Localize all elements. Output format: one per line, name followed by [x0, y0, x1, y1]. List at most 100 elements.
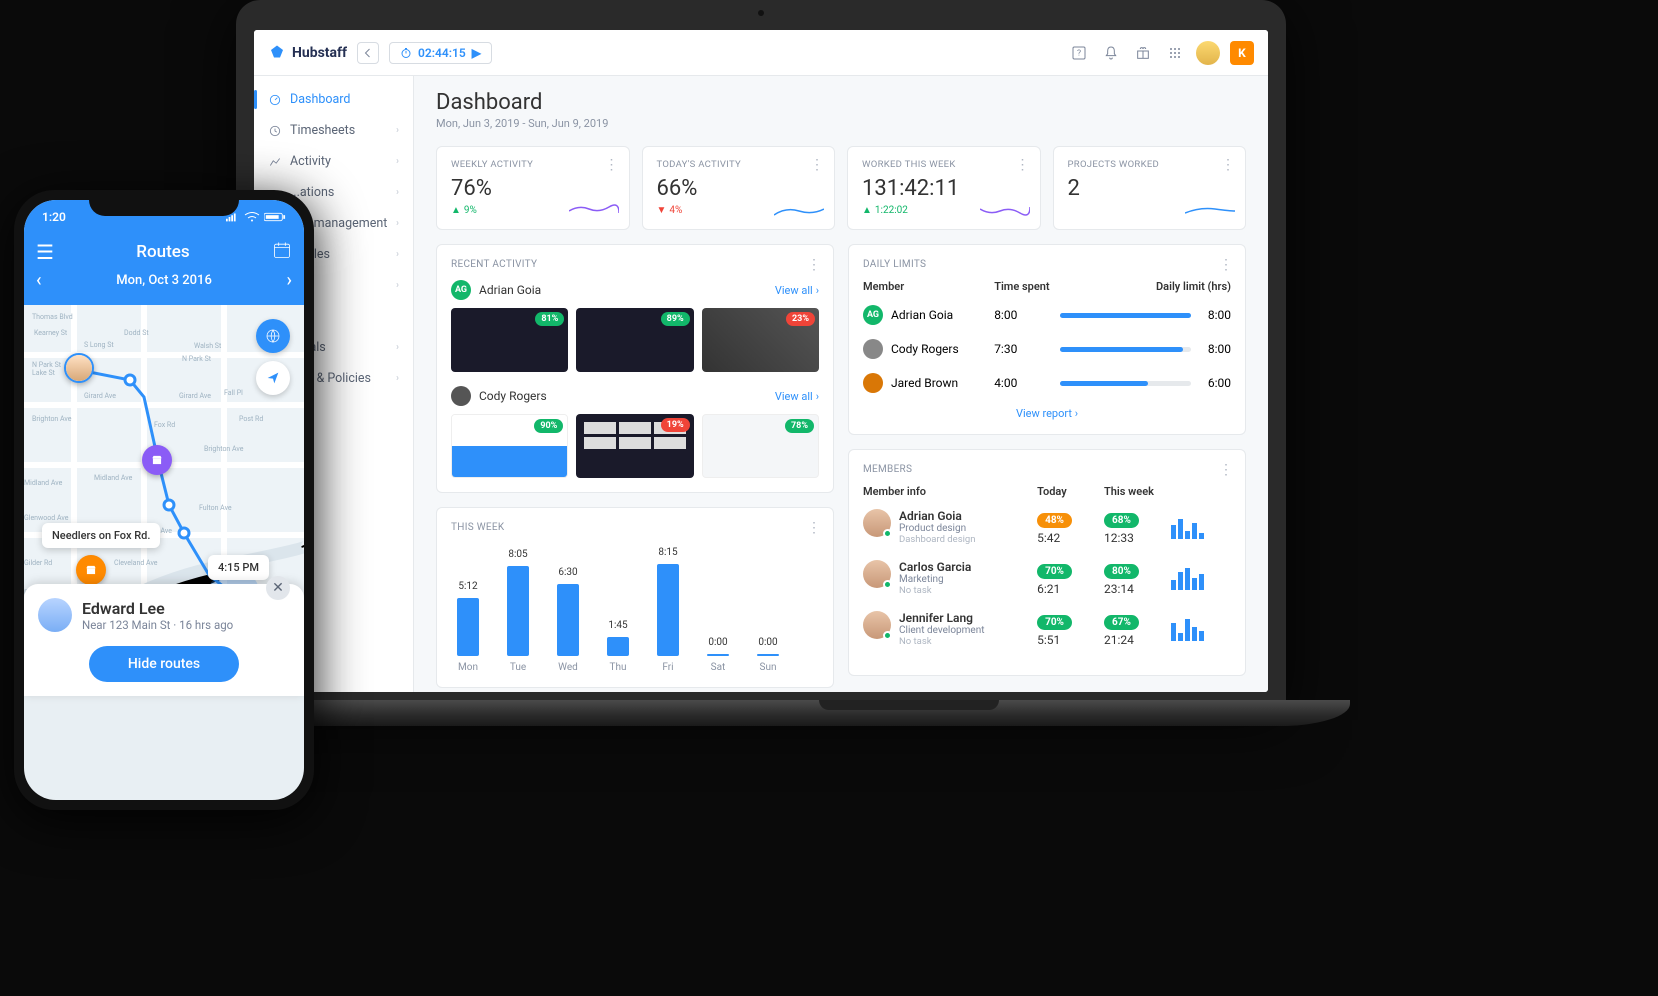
svg-text:Girard Ave: Girard Ave: [179, 392, 211, 400]
battery-icon: [264, 212, 286, 222]
page-title: Dashboard: [436, 90, 1246, 115]
laptop-base: [170, 700, 1350, 726]
user-row: AG Adrian Goia View all ›: [451, 280, 819, 300]
notifications-button[interactable]: [1100, 42, 1122, 64]
laptop-hinge-notch: [819, 700, 999, 710]
avatar: [863, 509, 891, 537]
member-sparkbar: [1171, 515, 1231, 539]
daily-limits-panel: ⋮ DAILY LIMITS Member Time spent Daily l…: [848, 244, 1246, 435]
sidebar-item-activity[interactable]: Activity›: [254, 146, 413, 177]
chevron-right-icon: ›: [396, 156, 399, 167]
more-icon[interactable]: ⋮: [810, 157, 824, 173]
hubstaff-logo-icon: [268, 44, 286, 62]
timer-widget[interactable]: 02:44:15 ▶: [389, 42, 492, 64]
avatar: [451, 386, 471, 406]
kpi-projects: ⋮ PROJECTS WORKED 2: [1053, 146, 1247, 230]
view-all-link[interactable]: View all ›: [775, 390, 819, 403]
bar-column: 5:12Mon: [457, 581, 479, 673]
topbar: Hubstaff 02:44:15 ▶ ?: [254, 30, 1268, 76]
svg-text:Glenwood Ave: Glenwood Ave: [24, 514, 69, 522]
timer-value: 02:44:15: [418, 46, 466, 60]
svg-text:Post Rd: Post Rd: [239, 415, 263, 423]
phone-screen: 1:20 ☰ Routes ‹ Mon, Oct 3 2016 ›: [24, 200, 304, 800]
hide-routes-button[interactable]: Hide routes: [89, 646, 239, 682]
calendar-button[interactable]: [272, 240, 292, 264]
play-icon[interactable]: ▶: [472, 46, 481, 60]
date-range: Mon, Jun 3, 2019 - Sun, Jun 9, 2019: [436, 117, 1246, 130]
next-day-button[interactable]: ›: [287, 270, 292, 291]
screenshot-thumb[interactable]: 23%: [702, 308, 819, 372]
bar-column: 8:15Fri: [657, 547, 679, 673]
more-icon[interactable]: ⋮: [807, 257, 821, 273]
bar-column: 6:30Wed: [557, 567, 579, 673]
view-all-link[interactable]: View all ›: [775, 284, 819, 297]
svg-text:Kearney St: Kearney St: [34, 329, 68, 337]
menu-button[interactable]: ☰: [36, 240, 54, 264]
kpi-weekly-activity: ⋮ WEEKLY ACTIVITY 76% ▲ 9%: [436, 146, 630, 230]
grid-icon: [1167, 45, 1183, 61]
view-report-link[interactable]: View report ›: [863, 407, 1231, 420]
chevron-right-icon: ›: [396, 125, 399, 136]
screenshot-thumb[interactable]: 78%: [702, 414, 819, 478]
user-avatar[interactable]: [1196, 41, 1220, 65]
stopwatch-icon: [400, 47, 412, 59]
avatar: AG: [451, 280, 471, 300]
avatar: [38, 598, 72, 632]
svg-text:Thomas Blvd: Thomas Blvd: [32, 313, 73, 321]
more-icon[interactable]: ⋮: [1016, 157, 1030, 173]
daily-limit-row: AGAdrian Goia8:008:00: [863, 305, 1231, 325]
kpi-row: ⋮ WEEKLY ACTIVITY 76% ▲ 9% ⋮ TODAY'S ACT…: [436, 146, 1246, 230]
store-icon: [150, 453, 164, 467]
recent-activity-panel: ⋮ RECENT ACTIVITY AG Adrian Goia View al…: [436, 244, 834, 493]
svg-text:N Park St: N Park St: [32, 361, 62, 369]
stop-pin[interactable]: [142, 445, 172, 475]
avatar: [863, 339, 883, 359]
this-week-panel: ⋮ THIS WEEK 5:12Mon8:05Tue6:30Wed1:45Thu…: [436, 507, 834, 688]
locate-button[interactable]: [256, 361, 290, 395]
org-badge[interactable]: K: [1230, 41, 1254, 65]
screenshot-thumb[interactable]: 89%: [576, 308, 693, 372]
more-icon[interactable]: ⋮: [1221, 157, 1235, 173]
daily-limit-row: Cody Rogers7:308:00: [863, 339, 1231, 359]
close-button[interactable]: ✕: [266, 576, 290, 600]
phone-frame: 1:20 ☰ Routes ‹ Mon, Oct 3 2016 ›: [14, 190, 314, 810]
store-icon: [84, 563, 98, 577]
time-callout[interactable]: 4:15 PM: [208, 555, 269, 580]
brand[interactable]: Hubstaff: [268, 44, 347, 62]
globe-button[interactable]: [256, 319, 290, 353]
back-button[interactable]: [357, 42, 379, 64]
svg-text:Brighton Ave: Brighton Ave: [204, 445, 244, 453]
sidebar-item-dashboard[interactable]: Dashboard: [254, 84, 413, 115]
laptop-frame: Hubstaff 02:44:15 ▶ ?: [236, 0, 1286, 710]
more-icon[interactable]: ⋮: [605, 157, 619, 173]
screenshot-thumb[interactable]: 81%: [451, 308, 568, 372]
member-row: Adrian GoiaProduct designDashboard desig…: [863, 508, 1231, 545]
app-screen: Hubstaff 02:44:15 ▶ ?: [254, 30, 1268, 692]
bar-column: 8:05Tue: [507, 549, 529, 673]
member-row: Carlos GarciaMarketingNo task70%6:2180%2…: [863, 559, 1231, 596]
sidebar-item-timesheets[interactable]: Timesheets›: [254, 115, 413, 146]
svg-text:?: ?: [1077, 48, 1081, 58]
more-icon[interactable]: ⋮: [807, 520, 821, 536]
stop-pin[interactable]: [76, 555, 106, 585]
apps-button[interactable]: [1164, 42, 1186, 64]
brand-name: Hubstaff: [292, 45, 347, 61]
svg-text:N Park St: N Park St: [182, 355, 212, 363]
stop-callout[interactable]: Needlers on Fox Rd.: [42, 523, 160, 548]
sparkline-icon: [980, 201, 1030, 219]
more-icon[interactable]: ⋮: [1219, 462, 1233, 478]
help-button[interactable]: ?: [1068, 42, 1090, 64]
map-view[interactable]: Kearney StDodd St S Long StN Park St N P…: [24, 305, 304, 695]
sparkline-icon: [1185, 201, 1235, 219]
screenshot-thumb[interactable]: 19%: [576, 414, 693, 478]
screenshot-thumb[interactable]: 90%: [451, 414, 568, 478]
gift-icon: [1135, 45, 1151, 61]
prev-day-button[interactable]: ‹: [36, 270, 42, 291]
user-pin[interactable]: [64, 353, 94, 383]
dashboard-icon: [268, 93, 282, 107]
more-icon[interactable]: ⋮: [1219, 257, 1233, 273]
phone-notch: [89, 190, 239, 216]
gift-button[interactable]: [1132, 42, 1154, 64]
kpi-today-activity: ⋮ TODAY'S ACTIVITY 66% ▼ 4%: [642, 146, 836, 230]
location-arrow-icon: [265, 370, 281, 386]
